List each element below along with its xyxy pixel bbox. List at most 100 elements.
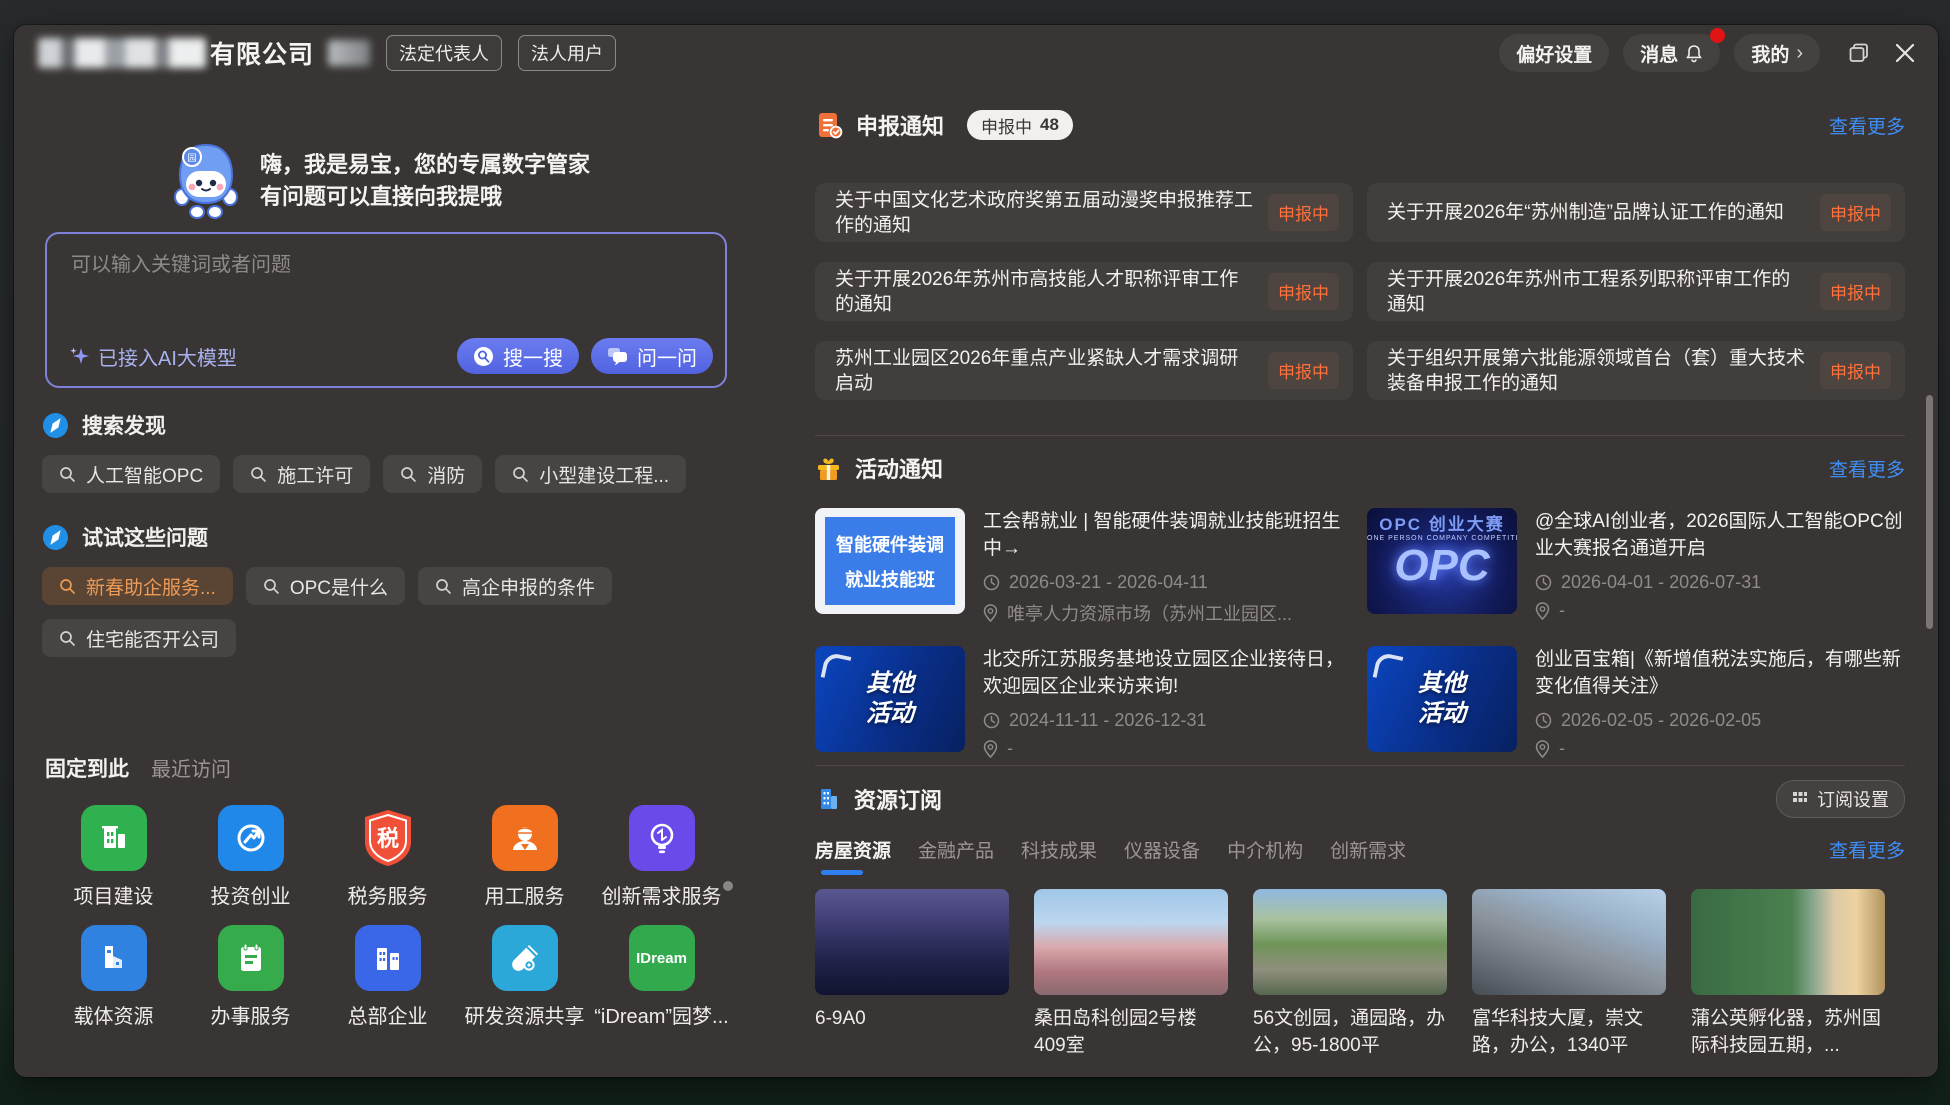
app-rnd-sharing[interactable]: 研发资源共享 [456,925,593,1029]
vertical-scrollbar-thumb[interactable] [1926,395,1933,629]
magnifier-icon [59,466,76,483]
question-chip-active[interactable]: 新春助企服务... [42,567,233,605]
notice-card[interactable]: 关于开展2026年“苏州制造”品牌认证工作的通知 申报中 [1367,183,1905,242]
property-card[interactable]: 56文创园，通园路，办公，95-1800平 [1253,889,1447,1059]
app-labor-services[interactable]: 用工服务 [456,805,593,909]
notice-card[interactable]: 关于组织开展第六批能源领域首台（套）重大技术装备申报工作的通知 申报中 [1367,341,1905,400]
property-card[interactable]: 桑田岛科创园2号楼409室 [1034,889,1228,1059]
ask-label: 问一问 [637,342,697,371]
activity-card[interactable]: 其他 活动 北交所江苏服务基地设立园区企业接待日，欢迎园区企业来访来询! 202… [815,646,1353,759]
preferences-button[interactable]: 偏好设置 [1499,34,1609,72]
activity-card[interactable]: 其他 活动 创业百宝箱|《新增值税法实施后，有哪些新变化值得关注》 2026-0… [1367,646,1905,759]
magnifier-icon [250,466,267,483]
app-admin-services[interactable]: 办事服务 [182,925,319,1029]
notice-card[interactable]: 关于开展2026年苏州市高技能人才职称评审工作的通知 申报中 [815,262,1353,321]
building-icon [96,820,132,856]
activity-card[interactable]: OPC 创业大赛 ONE PERSON COMPANY COMPETITION … [1367,508,1905,626]
activities-view-more-link[interactable]: 查看更多 [1829,455,1905,482]
property-card[interactable]: 6-9A0 [815,889,1009,1059]
notice-card[interactable]: 关于开展2026年苏州市工程系列职称评审工作的通知 申报中 [1367,262,1905,321]
property-card[interactable]: 富华科技大厦，崇文路，办公，1340平 [1472,889,1666,1059]
discover-chip[interactable]: 小型建设工程... [495,455,686,493]
svg-text:税: 税 [376,826,398,851]
tab-housing-resources[interactable]: 房屋资源 [815,836,891,875]
question-chip[interactable]: 高企申报的条件 [418,567,612,605]
resources-view-more-link[interactable]: 查看更多 [1829,836,1905,875]
search-go-button[interactable]: 搜一搜 [457,338,579,374]
topbar: 有限公司 法定代表人 法人用户 偏好设置 消息 我的 › [14,25,1938,81]
clock-icon [1535,712,1552,729]
property-card[interactable]: 蒲公英孵化器，苏州国际科技园五期，... [1691,889,1885,1059]
activity-location: 唯亭人力资源市场（苏州工业园区... [983,600,1353,626]
questions-title: 试试这些问题 [82,522,208,552]
question-chip[interactable]: OPC是什么 [246,567,405,605]
notice-card[interactable]: 关于中国文化艺术政府奖第五届动漫奖申报推荐工作的通知 申报中 [815,183,1353,242]
subscription-settings-button[interactable]: 订阅设置 [1776,780,1905,818]
notice-card[interactable]: 苏州工业园区2026年重点产业紧缺人才需求调研启动 申报中 [815,341,1353,400]
activities-title: 活动通知 [855,452,943,484]
app-tax-services[interactable]: 税 税务服务 [319,805,456,909]
activity-thumbnail: 其他 活动 [815,646,965,752]
app-invest-startup[interactable]: 投资创业 [182,805,319,909]
tab-innovation-demand[interactable]: 创新需求 [1330,836,1406,875]
magnifier-icon [435,578,452,595]
ai-badge-label: 已接入AI大模型 [98,342,237,371]
property-photo [815,889,1009,995]
property-grid: 6-9A0 桑田岛科创园2号楼409室 56文创园，通园路，办公，95-1800… [815,889,1905,1059]
app-innovation-demand[interactable]: 创新需求服务 [593,805,730,909]
company-name-suffix: 有限公司 [210,35,314,71]
sparkle-icon [69,346,89,366]
discover-chip[interactable]: 施工许可 [233,455,370,493]
magnifier-icon [59,578,76,595]
recent-visits-tab[interactable]: 最近访问 [151,753,231,782]
messages-label: 消息 [1640,40,1678,67]
app-carrier-resources[interactable]: 载体资源 [45,925,182,1029]
try-questions-section: 试试这些问题 新春助企服务... OPC是什么 高企申报的条件 住宅能否开公司 [42,522,662,657]
activity-date: 2026-03-21 - 2026-04-11 [983,572,1353,593]
messages-button[interactable]: 消息 [1623,34,1720,72]
tab-tech-achievements[interactable]: 科技成果 [1021,836,1097,875]
discover-chip[interactable]: 人工智能OPC [42,455,220,493]
idream-icon: IDream [636,950,687,967]
notice-doc-icon [815,111,843,139]
tab-instruments[interactable]: 仪器设备 [1124,836,1200,875]
discover-title: 搜索发现 [82,410,166,440]
ask-button[interactable]: 问一问 [591,338,713,374]
badge-legal-representative: 法定代表人 [386,35,502,71]
activity-notice-section: 活动通知 查看更多 智能硬件装调 就业技能班 工会帮就业 | 智能硬件装调就业技… [815,435,1905,759]
notices-view-more-link[interactable]: 查看更多 [1829,112,1905,139]
buildings-icon [370,940,406,976]
tab-intermediaries[interactable]: 中介机构 [1227,836,1303,875]
app-idream-park[interactable]: IDream “iDream”园梦... [593,925,730,1029]
preferences-label: 偏好设置 [1516,40,1592,67]
close-window-icon[interactable] [1892,40,1918,66]
chevron-right-icon: › [1796,42,1803,65]
gift-icon [815,455,842,482]
property-photo [1253,889,1447,995]
pin-here-tab[interactable]: 固定到此 [45,753,129,783]
notice-status-tag: 申报中 [1268,194,1339,231]
activity-location: - [983,738,1353,759]
grid-icon [1792,791,1808,807]
badge-legal-person-user: 法人用户 [518,35,616,71]
search-input[interactable] [47,234,725,297]
ai-model-note: 已接入AI大模型 [69,342,237,371]
search-go-label: 搜一搜 [503,342,563,371]
activity-card[interactable]: 智能硬件装调 就业技能班 工会帮就业 | 智能硬件装调就业技能班招生中→ 202… [815,508,1353,626]
search-discover-section: 搜索发现 人工智能OPC 施工许可 消防 小型建设工程... [42,410,686,493]
notice-status-tag: 申报中 [1268,352,1339,389]
magnifier-icon [59,630,76,647]
restore-window-icon[interactable] [1846,40,1872,66]
discover-chip[interactable]: 消防 [383,455,482,493]
tab-financial-products[interactable]: 金融产品 [918,836,994,875]
notice-status-tag: 申报中 [1820,273,1891,310]
resource-subscription-section: 资源订阅 订阅设置 房屋资源 金融产品 科技成果 仪器设备 中介机构 创新需求 … [815,765,1905,1059]
clock-icon [983,574,1000,591]
app-project-construction[interactable]: 项目建设 [45,805,182,909]
notice-status-tag: 申报中 [1820,352,1891,389]
question-chip[interactable]: 住宅能否开公司 [42,619,236,657]
app-headquarters[interactable]: 总部企业 [319,925,456,1029]
my-account-button[interactable]: 我的 › [1734,34,1820,72]
factory-icon [96,940,132,976]
resource-building-icon [815,786,841,812]
